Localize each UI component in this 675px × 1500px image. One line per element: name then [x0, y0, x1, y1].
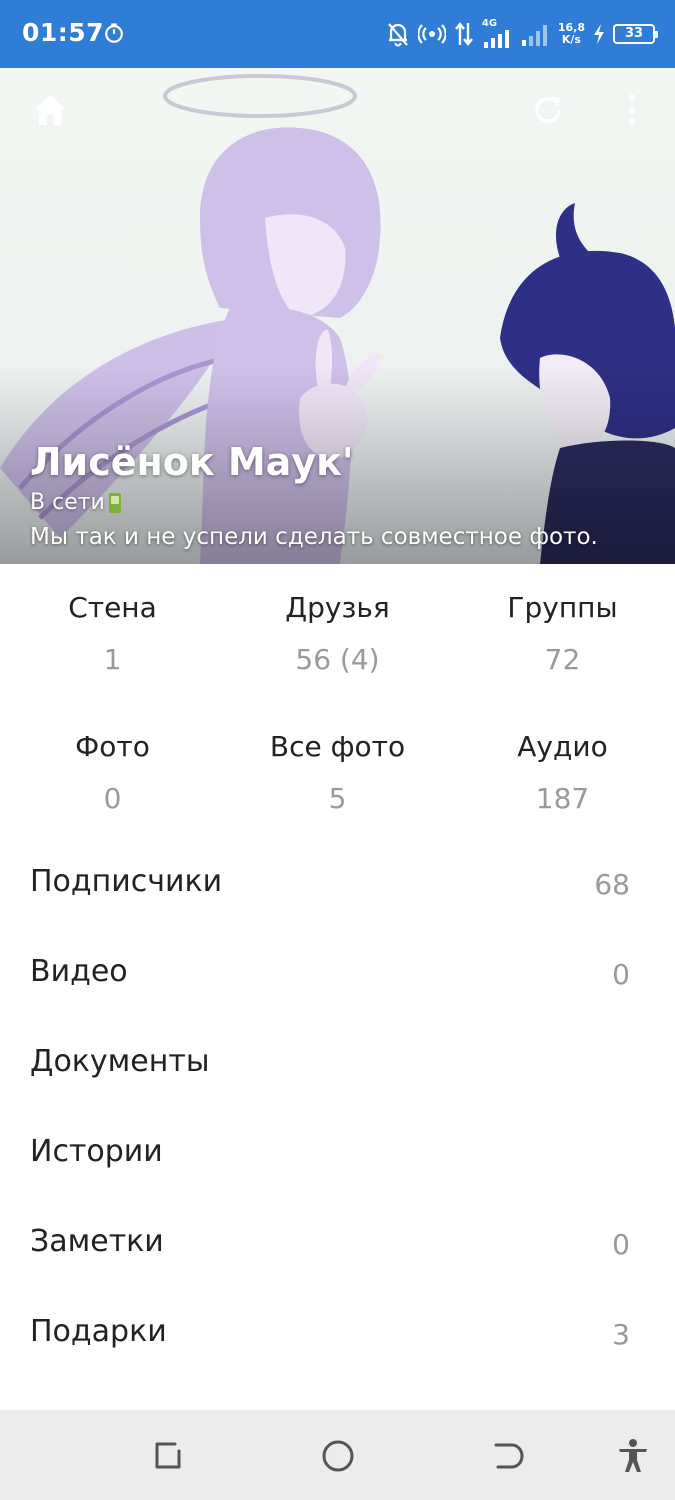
counter-value: 72	[544, 643, 581, 676]
counter-friends[interactable]: Друзья 56 (4)	[225, 590, 450, 678]
counter-value: 187	[535, 782, 590, 815]
back-icon	[494, 1443, 524, 1469]
menu-item-label: Подарки	[30, 1314, 167, 1349]
mobile-online-icon	[108, 492, 121, 513]
more-options-button[interactable]	[610, 88, 654, 132]
counter-value: 1	[103, 643, 122, 676]
counter-label: Фото	[75, 730, 150, 763]
home-nav-button[interactable]	[318, 1436, 358, 1476]
counter-label: Стена	[68, 591, 157, 624]
signal-4g-icon: 4G	[481, 18, 512, 48]
network-type-label: 4G	[481, 18, 498, 29]
more-vertical-icon	[628, 94, 636, 126]
counter-label: Друзья	[285, 591, 390, 624]
menu-item-label: Видео	[30, 954, 128, 989]
home-button[interactable]	[28, 88, 72, 132]
counters-row-1: Стена 1 Друзья 56 (4) Группы 72	[0, 590, 675, 678]
menu-item-gifts[interactable]: Подарки 3	[0, 1290, 675, 1380]
menu-item-count: 3	[612, 1318, 630, 1351]
online-status: В сети	[30, 490, 121, 515]
counter-audio[interactable]: Аудио 187	[450, 729, 675, 817]
menu-item-count: 0	[612, 958, 630, 991]
charging-icon	[594, 24, 604, 44]
hotspot-icon	[417, 24, 446, 44]
menu-item-count: 0	[612, 1228, 630, 1261]
home-icon	[34, 95, 66, 125]
counter-label: Аудио	[517, 730, 608, 763]
menu-item-label: Подписчики	[30, 864, 223, 899]
profile-cover: Лисёнок Маук' В сети Мы так и не успели …	[0, 68, 675, 564]
menu-item-notes[interactable]: Заметки 0	[0, 1200, 675, 1290]
menu-item-followers[interactable]: Подписчики 68	[0, 840, 675, 930]
clock: 01:57	[22, 18, 105, 47]
menu-item-count: 68	[594, 868, 630, 901]
menu-item-label: Документы	[30, 1044, 210, 1079]
battery-level: 33	[624, 26, 644, 41]
counter-label: Группы	[507, 591, 618, 624]
menu-item-stories[interactable]: Истории	[0, 1110, 675, 1200]
refresh-button[interactable]	[526, 88, 570, 132]
counter-value: 5	[328, 782, 347, 815]
network-speed: 16,8 K/s	[558, 22, 585, 46]
stopwatch-icon	[105, 23, 123, 43]
refresh-icon	[535, 96, 561, 123]
recents-button[interactable]	[148, 1436, 188, 1476]
online-status-text: В сети	[30, 490, 105, 515]
menu-item-label: Заметки	[30, 1224, 164, 1259]
notifications-off-icon	[388, 23, 408, 47]
signal-icon	[521, 25, 547, 46]
system-navigation-bar	[0, 1410, 675, 1500]
counter-all-photos[interactable]: Все фото 5	[225, 729, 450, 817]
data-transfer-icon	[454, 22, 473, 46]
counter-groups[interactable]: Группы 72	[450, 590, 675, 678]
accessibility-button[interactable]	[613, 1436, 653, 1476]
speed-unit: K/s	[561, 33, 581, 46]
status-bar: 01:57 4G 16,8 K/s 33	[0, 0, 675, 68]
menu-item-documents[interactable]: Документы	[0, 1020, 675, 1110]
counter-photos[interactable]: Фото 0	[0, 729, 225, 817]
home-circle-icon	[322, 1440, 354, 1472]
menu-item-video[interactable]: Видео 0	[0, 930, 675, 1020]
profile-status-text[interactable]: Мы так и не успели сделать совместное фо…	[30, 524, 598, 550]
recents-icon	[155, 1442, 181, 1469]
profile-menu-list: Подписчики 68 Видео 0 Документы Истории …	[0, 840, 675, 1380]
accessibility-icon	[619, 1439, 647, 1472]
battery-icon: 33	[613, 24, 658, 44]
back-button[interactable]	[487, 1436, 527, 1476]
counter-label: Все фото	[269, 730, 406, 763]
counter-wall[interactable]: Стена 1	[0, 590, 225, 678]
menu-item-label: Истории	[30, 1134, 163, 1169]
counters-row-2: Фото 0 Все фото 5 Аудио 187	[0, 729, 675, 817]
profile-name: Лисёнок Маук'	[30, 440, 354, 484]
counter-value: 56 (4)	[295, 643, 380, 676]
counter-value: 0	[103, 782, 122, 815]
